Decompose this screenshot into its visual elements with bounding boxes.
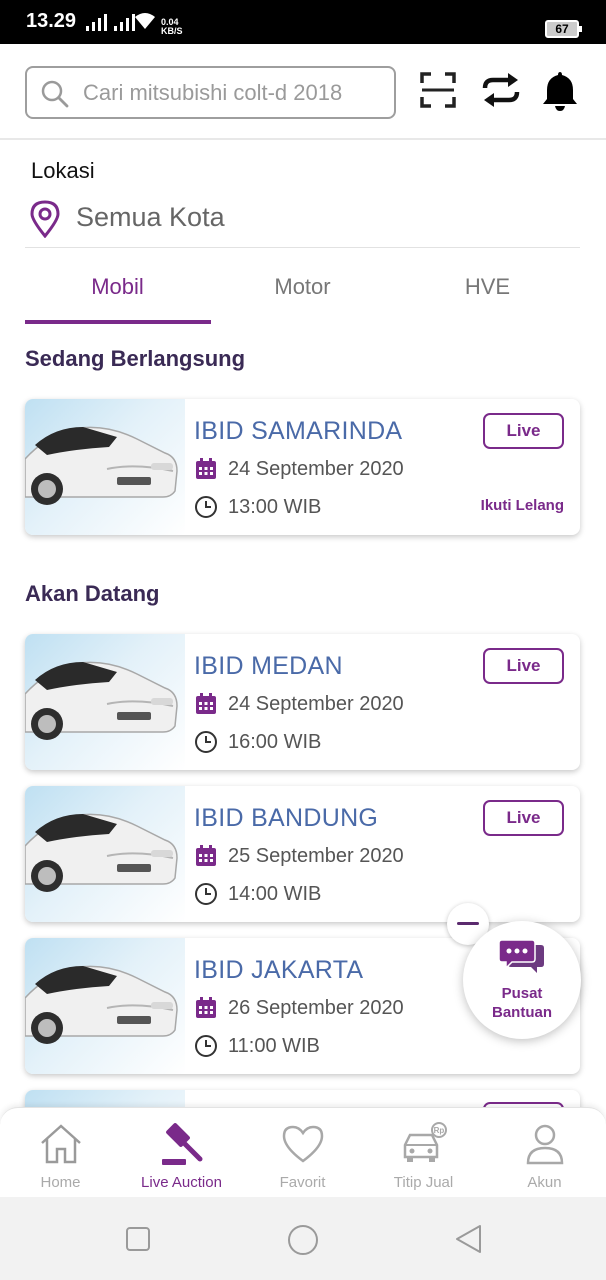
auction-card[interactable]: IBID MEDAN 24 September 2020 16:00 WIB L… xyxy=(25,634,580,770)
auction-name: IBID JAKARTA xyxy=(194,956,364,984)
active-tab-indicator xyxy=(25,320,211,324)
auction-card[interactable]: IBID SAMARINDA 24 September 2020 13:00 W… xyxy=(25,399,580,535)
help-center-button[interactable]: Pusat Bantuan xyxy=(463,921,581,1039)
battery-indicator: 67 xyxy=(545,20,582,38)
back-icon[interactable] xyxy=(454,1224,482,1254)
tab-hve[interactable]: HVE xyxy=(395,274,580,300)
nav-home[interactable]: Home xyxy=(0,1120,121,1191)
auction-date: 24 September 2020 xyxy=(194,457,404,481)
location-pin-icon xyxy=(30,200,60,238)
auction-time: 11:00 WIB xyxy=(194,1034,320,1058)
auction-time: 13:00 WIB xyxy=(194,495,321,519)
swap-icon[interactable] xyxy=(481,72,521,108)
tab-motor[interactable]: Motor xyxy=(210,274,395,300)
heart-icon xyxy=(282,1125,323,1163)
clock-icon xyxy=(195,1035,217,1057)
auction-date: 26 September 2020 xyxy=(194,996,404,1020)
clock-icon xyxy=(195,731,217,753)
gavel-icon xyxy=(161,1123,202,1165)
car-image xyxy=(25,938,185,1074)
calendar-icon xyxy=(196,845,216,866)
scan-icon[interactable] xyxy=(420,72,456,108)
section-title-upcoming: Akan Datang xyxy=(25,581,160,606)
auction-time: 16:00 WIB xyxy=(194,730,321,754)
live-badge-button[interactable]: Live xyxy=(483,413,564,449)
calendar-icon xyxy=(196,458,216,479)
car-image xyxy=(25,399,185,535)
signal-icon xyxy=(86,13,135,31)
system-navigation-bar xyxy=(0,1197,606,1280)
auction-name: IBID SAMARINDA xyxy=(194,417,403,445)
network-speed: 0.04 KB/S xyxy=(161,17,183,36)
chat-bubbles-icon xyxy=(499,939,544,973)
live-badge-button[interactable]: Live xyxy=(483,648,564,684)
auction-card[interactable]: IBID BANDUNG 25 September 2020 14:00 WIB… xyxy=(25,786,580,922)
auction-date: 25 September 2020 xyxy=(194,844,404,868)
location-label: Lokasi xyxy=(31,158,95,183)
auction-date: 24 September 2020 xyxy=(194,692,404,716)
wifi-icon xyxy=(135,13,155,29)
auction-name: IBID BANDUNG xyxy=(194,804,379,832)
nav-akun[interactable]: Akun xyxy=(484,1120,605,1191)
home-icon xyxy=(40,1124,81,1164)
calendar-icon xyxy=(196,997,216,1018)
bell-icon[interactable] xyxy=(542,70,578,112)
calendar-icon xyxy=(196,693,216,714)
nav-live-auction[interactable]: Live Auction xyxy=(121,1120,242,1191)
car-image xyxy=(25,634,185,770)
follow-auction-link[interactable]: Ikuti Lelang xyxy=(481,497,564,514)
category-tabs: Mobil Motor HVE xyxy=(25,262,580,324)
nav-favorit[interactable]: Favorit xyxy=(242,1120,363,1191)
user-icon xyxy=(526,1124,563,1165)
car-image xyxy=(25,786,185,922)
status-bar: 13.29 0.04 KB/S 67 xyxy=(0,0,606,44)
recent-apps-icon[interactable] xyxy=(126,1227,150,1251)
clock-icon xyxy=(195,883,217,905)
location-selector[interactable]: Semua Kota xyxy=(25,196,580,248)
nav-titip-jual[interactable]: Rp Titip Jual xyxy=(363,1120,484,1191)
car-sell-icon: Rp xyxy=(403,1122,447,1162)
search-box[interactable] xyxy=(25,66,396,119)
bottom-navigation: Home Live Auction Favorit Rp Titip Jual xyxy=(0,1107,606,1197)
tab-mobil[interactable]: Mobil xyxy=(25,274,210,300)
clock-icon xyxy=(195,496,217,518)
home-circle-icon[interactable] xyxy=(287,1224,319,1256)
search-input[interactable] xyxy=(83,76,383,110)
live-badge-button[interactable]: Live xyxy=(483,800,564,836)
help-center-label: Pusat Bantuan xyxy=(492,985,552,1021)
top-bar xyxy=(0,44,606,140)
location-value: Semua Kota xyxy=(76,202,225,232)
svg-text:Rp: Rp xyxy=(433,1126,444,1135)
status-time: 13.29 xyxy=(26,10,77,32)
auction-name: IBID MEDAN xyxy=(194,652,343,680)
search-icon xyxy=(41,80,69,108)
auction-time: 14:00 WIB xyxy=(194,882,321,906)
section-title-ongoing: Sedang Berlangsung xyxy=(25,346,246,371)
